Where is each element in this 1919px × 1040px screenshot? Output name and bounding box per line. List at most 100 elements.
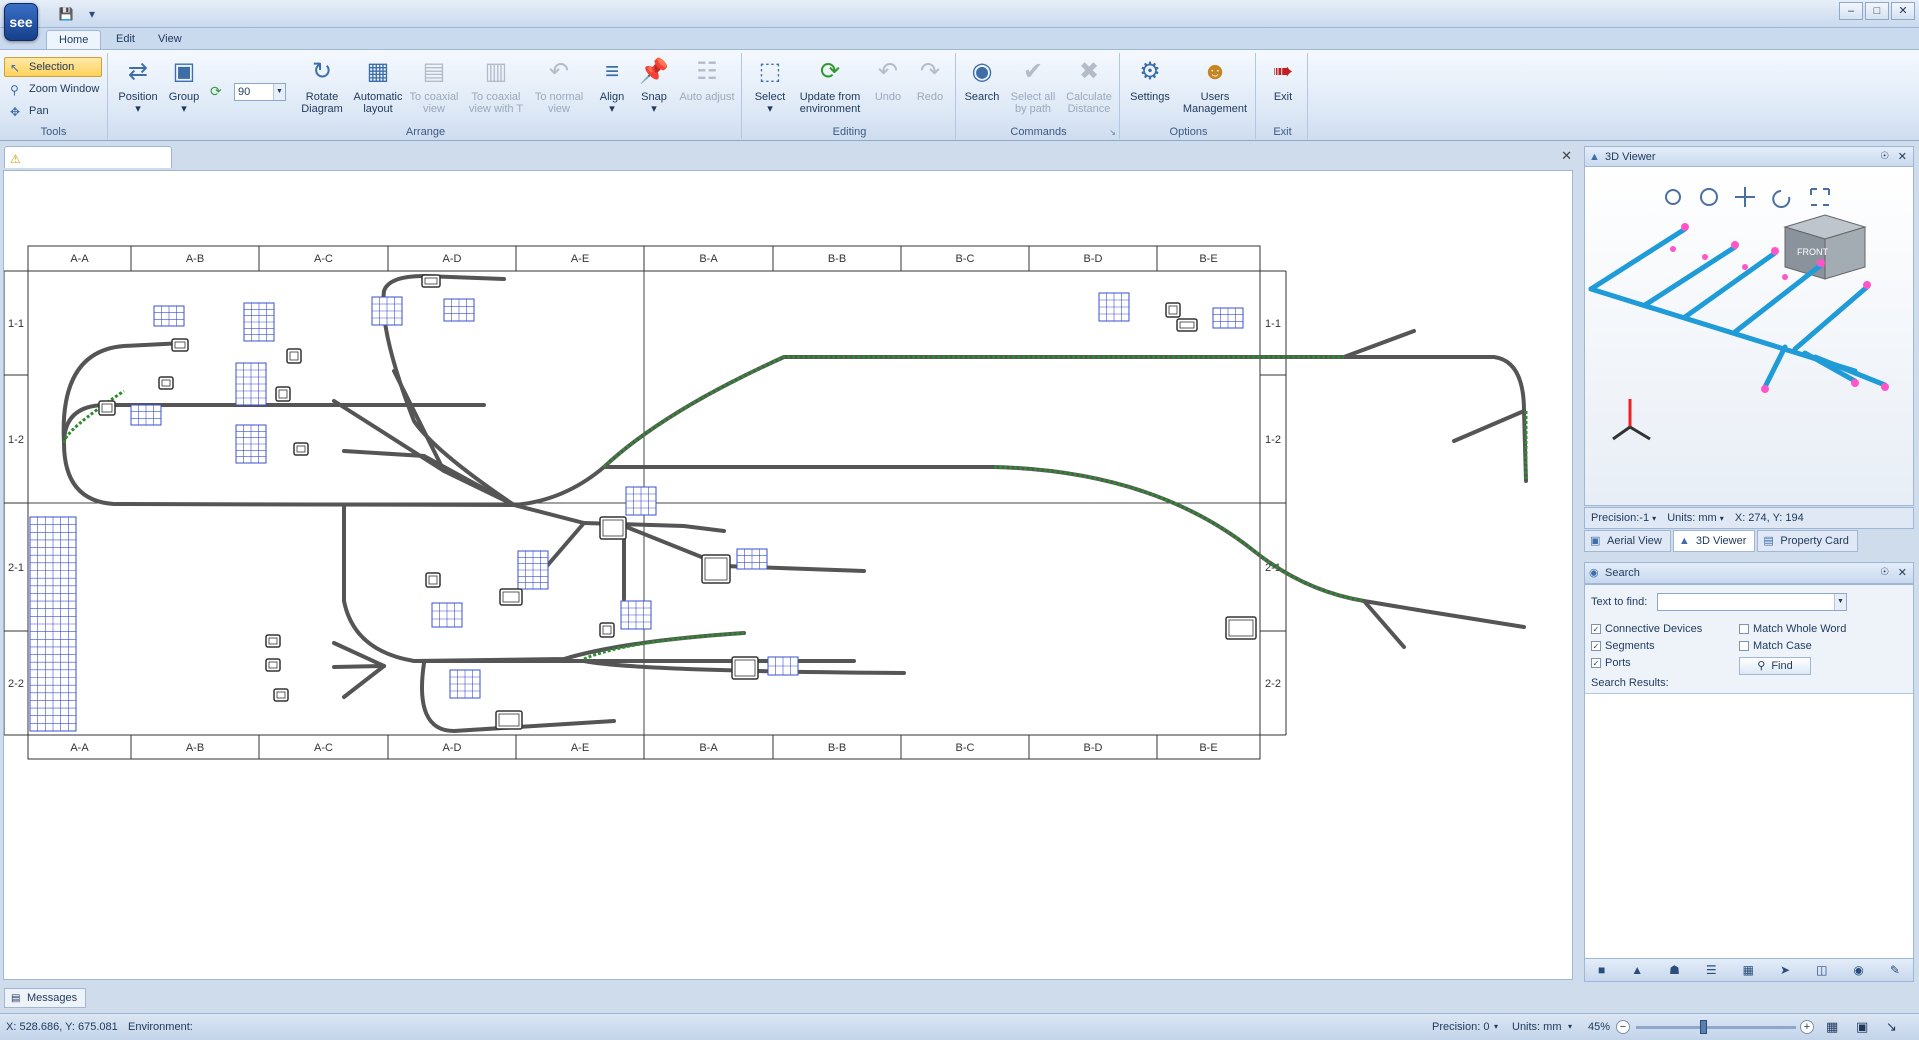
tab-aerial-view[interactable]: ▣ Aerial View (1584, 530, 1671, 552)
connector[interactable] (495, 710, 523, 730)
connection-table[interactable] (1098, 292, 1130, 322)
save-icon[interactable]: 💾 (58, 6, 74, 22)
fit-icon[interactable]: ▦ (1743, 963, 1754, 977)
rotate-diagram-button[interactable]: ↻ Rotate Diagram (294, 55, 350, 115)
calculate-distance-button[interactable]: ✖ Calculate Distance (1062, 55, 1116, 115)
connector[interactable] (1165, 302, 1181, 318)
connector[interactable] (158, 376, 174, 390)
connection-table[interactable] (517, 550, 549, 590)
connection-table[interactable] (736, 548, 768, 570)
auto-adjust-button[interactable]: ☷ Auto adjust (676, 55, 738, 103)
connector[interactable] (275, 386, 291, 402)
zoom-slider[interactable] (1636, 1026, 1796, 1029)
connector[interactable] (265, 658, 281, 672)
chevron-down-icon[interactable]: ▼ (273, 84, 285, 100)
update-environment-button[interactable]: ⟳ Update from environment (794, 55, 866, 115)
connection-table[interactable] (153, 305, 185, 327)
viewer-precision[interactable]: Precision:-1 (1591, 512, 1649, 524)
connector[interactable] (421, 274, 441, 288)
tab-edit[interactable]: Edit (104, 30, 147, 50)
group-button[interactable]: ▣ Group ▾ (162, 55, 206, 115)
tab-view[interactable]: View (146, 30, 194, 50)
binoculars-icon[interactable]: ◉ (1853, 963, 1863, 977)
exit-button[interactable]: ➠ Exit (1260, 55, 1306, 103)
connection-table[interactable] (767, 656, 799, 676)
view-cube[interactable]: FRONT (1783, 214, 1867, 280)
connection-table[interactable] (235, 424, 267, 464)
connection-table[interactable] (431, 602, 463, 628)
connection-table[interactable] (371, 296, 403, 326)
users-management-button[interactable]: ☻ Users Management (1178, 55, 1252, 115)
box-icon[interactable]: ■ (1598, 963, 1605, 977)
redo-button[interactable]: ↷ Redo (910, 55, 950, 103)
status-units[interactable]: Units: mm (1512, 1014, 1562, 1040)
connector[interactable] (425, 572, 441, 588)
connection-table[interactable] (443, 298, 475, 322)
connection-table[interactable] (620, 600, 652, 630)
automatic-layout-button[interactable]: ▦ Automatic layout (350, 55, 406, 115)
connector[interactable] (1225, 616, 1257, 640)
selection-button[interactable]: ↖ Selection (4, 57, 102, 77)
connection-table[interactable] (235, 362, 267, 406)
database-icon[interactable]: ◫ (1816, 963, 1827, 977)
connective-devices-checkbox[interactable]: ✓ Connective Devices (1591, 623, 1702, 636)
connection-table[interactable] (449, 669, 481, 699)
close-icon[interactable]: ✕ (1898, 147, 1907, 167)
tab-3d-viewer[interactable]: ▲ 3D Viewer (1672, 530, 1756, 552)
connection-table[interactable] (243, 302, 275, 342)
find-button[interactable]: ⚲ Find (1739, 657, 1811, 675)
tool-icon[interactable]: ▲ (1631, 963, 1643, 977)
connector[interactable] (731, 656, 759, 680)
viewer-units[interactable]: Units: mm (1667, 512, 1717, 524)
undo-button[interactable]: ↶ Undo (868, 55, 908, 103)
chevron-down-icon[interactable]: ▼ (1834, 594, 1846, 610)
pan-button[interactable]: ✥ Pan (4, 101, 102, 121)
coaxial-view-button[interactable]: ▤ To coaxial view (406, 55, 462, 115)
viewer-nav-icons[interactable] (1665, 187, 1830, 208)
search-results-list[interactable] (1585, 693, 1913, 963)
connector[interactable] (499, 588, 523, 606)
rotation-angle-input[interactable]: 90 ▼ (234, 83, 286, 101)
segments-checkbox[interactable]: ✓ Segments (1591, 640, 1655, 653)
zoom-window-button[interactable]: ⚲ Zoom Window (4, 79, 102, 99)
connector[interactable] (599, 622, 615, 638)
close-button[interactable]: ✕ (1891, 2, 1915, 20)
align-button[interactable]: ≡ Align ▾ (592, 55, 632, 115)
zoom-slider-thumb[interactable] (1700, 1020, 1707, 1034)
viewer-3d[interactable]: FRONT (1584, 166, 1914, 506)
search-button[interactable]: ◉ Search (960, 55, 1004, 103)
connector[interactable] (293, 442, 309, 456)
connector[interactable] (701, 554, 731, 584)
ports-checkbox[interactable]: ✓ Ports (1591, 657, 1631, 670)
app-menu-button[interactable]: see (4, 3, 38, 41)
tab-home[interactable]: Home (46, 30, 102, 50)
route-icon[interactable]: ➤ (1780, 963, 1790, 977)
zoom-out-button[interactable]: − (1616, 1020, 1630, 1034)
connection-table[interactable] (29, 516, 77, 732)
search-input[interactable]: ▼ (1657, 593, 1847, 611)
position-button[interactable]: ⇄ Position ▾ (114, 55, 162, 115)
messages-tab[interactable]: ▤ Messages (4, 988, 87, 1008)
actual-size-icon[interactable]: ▣ (1856, 1014, 1868, 1040)
connector[interactable] (1176, 318, 1198, 332)
connector[interactable] (599, 516, 627, 540)
connection-table[interactable] (1212, 307, 1244, 329)
connection-table[interactable] (130, 404, 162, 426)
connector[interactable] (171, 338, 189, 352)
viewer-3d-scene[interactable]: FRONT (1585, 167, 1914, 506)
match-whole-word-checkbox[interactable]: Match Whole Word (1739, 623, 1846, 636)
settings-button[interactable]: ⚙ Settings (1124, 55, 1176, 103)
snap-button[interactable]: 📌 Snap ▾ (634, 55, 674, 115)
normal-view-button[interactable]: ↶ To normal view (528, 55, 590, 115)
connector[interactable] (98, 400, 116, 416)
connection-table[interactable] (625, 486, 657, 516)
tab-property-card[interactable]: ▤ Property Card (1757, 530, 1858, 552)
maximize-button[interactable]: □ (1865, 2, 1889, 20)
connector[interactable] (273, 688, 289, 702)
close-icon[interactable]: ✕ (1898, 563, 1907, 583)
pin-icon[interactable]: ☉ (1880, 563, 1889, 583)
pencil-icon[interactable]: ✎ (1890, 963, 1900, 977)
select-button[interactable]: ⬚ Select ▾ (748, 55, 792, 115)
dialog-launcher-icon[interactable]: ↘ (1109, 128, 1116, 137)
pin-icon[interactable]: ☉ (1880, 147, 1889, 167)
